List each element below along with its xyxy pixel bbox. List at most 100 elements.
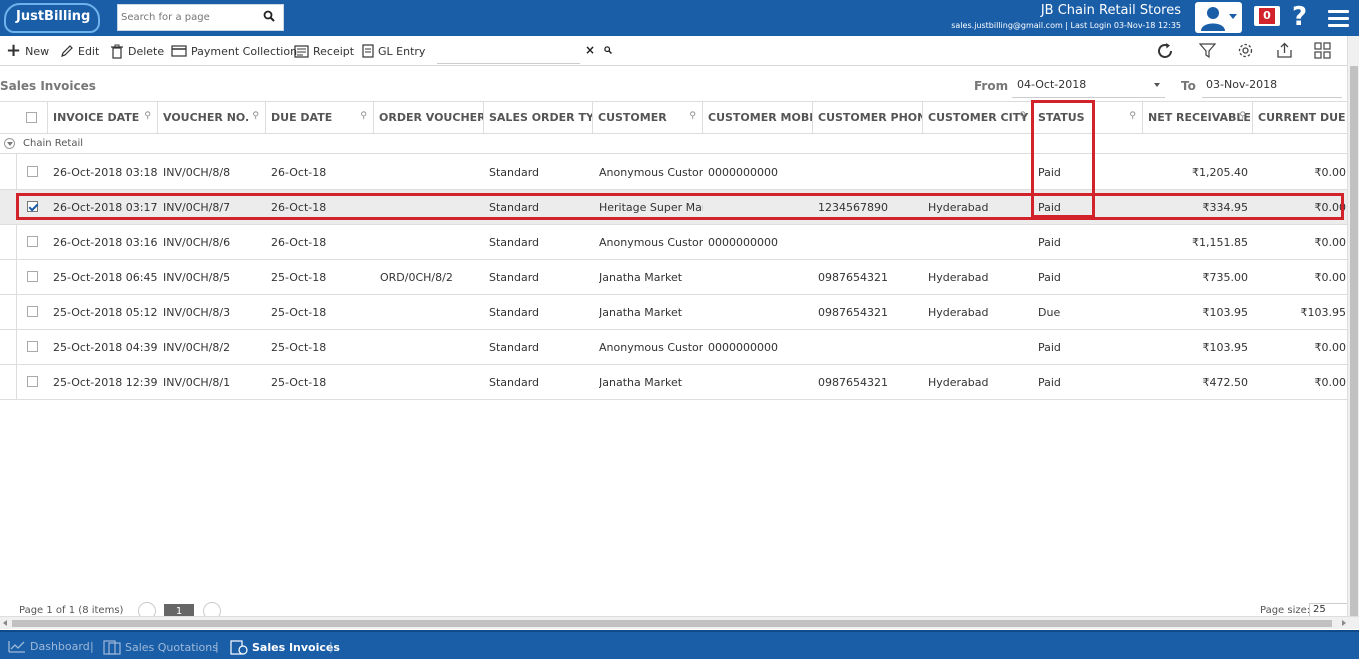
filter-pin-icon[interactable]: ⚲	[1239, 111, 1246, 121]
export-upload-icon[interactable]	[1276, 42, 1293, 59]
col-net-receivable[interactable]: NET RECEIVABLE ⚲	[1143, 102, 1253, 133]
new-label: New	[25, 44, 50, 58]
refresh-icon[interactable]	[1156, 42, 1174, 60]
cell-invoice-date: 25-Oct-2018 05:12 PM	[53, 306, 157, 319]
filter-pin-icon[interactable]: ⚲	[1019, 111, 1026, 121]
to-label: To	[1181, 79, 1196, 93]
tab-separator: |	[90, 640, 94, 653]
tab-sales-invoices[interactable]: Sales Invoices	[230, 640, 340, 655]
col-invoice-date[interactable]: INVOICE DATE ⚲	[48, 102, 158, 133]
scroll-right-icon[interactable]	[1342, 620, 1346, 626]
cell-voucher-no: INV/0CH/8/3	[163, 306, 231, 319]
cell-customer-mobile: 0000000000	[708, 166, 778, 179]
search-icon[interactable]	[263, 10, 275, 22]
grid-header: INVOICE DATE ⚲ VOUCHER NO. ⚲ DUE DATE ⚲ ORD…	[0, 101, 1349, 134]
table-row[interactable]: 25-Oct-2018 04:39 PM INV/0CH/8/2 25-Oct-18…	[0, 330, 1349, 365]
page-search-input[interactable]	[118, 5, 258, 30]
cell-net-receivable: ₹1,205.40	[1192, 166, 1248, 179]
filter-icon[interactable]	[1199, 42, 1216, 59]
cell-status: Paid	[1038, 271, 1061, 284]
pager-info: Page 1 of 1 (8 items)	[19, 605, 124, 616]
cell-current-due: ₹0.00	[1314, 166, 1347, 179]
col-due-date[interactable]: DUE DATE ⚲	[266, 102, 374, 133]
table-row[interactable]: 26-Oct-2018 03:18 PM INV/0CH/8/8 26-Oct-18…	[0, 155, 1349, 190]
payment-collection-button[interactable]: Payment Collection	[171, 42, 297, 60]
cell-sales-order-type: Standard	[489, 166, 540, 179]
cell-customer: Anonymous Customer	[599, 341, 703, 354]
cell-due-date: 25-Oct-18	[271, 376, 327, 389]
scroll-thumb[interactable]	[1350, 66, 1358, 616]
table-row[interactable]: 26-Oct-2018 03:16 PM INV/0CH/8/6 26-Oct-18…	[0, 225, 1349, 260]
col-label: SALES ORDER TYPE	[489, 111, 593, 124]
col-order-voucher-no[interactable]: ORDER VOUCHER NO.	[374, 102, 484, 133]
page-search	[117, 4, 284, 31]
vertical-scrollbar[interactable]	[1347, 36, 1359, 616]
filter-pin-icon[interactable]: ⚲	[360, 111, 367, 121]
edit-button[interactable]: Edit	[60, 42, 99, 60]
search-icon[interactable]	[604, 46, 612, 54]
receipt-button[interactable]: Receipt	[294, 42, 354, 60]
col-sales-order-type[interactable]: SALES ORDER TYPE	[484, 102, 593, 133]
filter-pin-icon[interactable]: ⚲	[1129, 111, 1136, 121]
row-checkbox[interactable]	[27, 306, 38, 317]
col-label: ORDER VOUCHER NO.	[379, 111, 484, 124]
cell-customer: Janatha Market	[599, 271, 683, 284]
scroll-thumb[interactable]	[12, 620, 1332, 627]
cell-customer-city: Hyderabad	[928, 306, 989, 319]
scroll-left-icon[interactable]	[3, 620, 7, 626]
cell-due-date: 25-Oct-18	[271, 341, 327, 354]
cell-status: Paid	[1038, 376, 1061, 389]
row-checkbox[interactable]	[27, 271, 38, 282]
cell-customer-city: Hyderabad	[928, 376, 989, 389]
tab-separator: |	[329, 640, 333, 653]
gl-entry-label: GL Entry	[378, 44, 426, 58]
select-all-checkbox[interactable]	[26, 112, 37, 123]
col-customer-mobile[interactable]: CUSTOMER MOBILE	[703, 102, 813, 133]
user-avatar-icon	[1201, 7, 1225, 31]
row-checkbox[interactable]	[27, 341, 38, 352]
col-label: CUSTOMER CITY	[928, 111, 1029, 124]
user-menu-button[interactable]	[1195, 2, 1242, 33]
tab-sales-quotations[interactable]: Sales Quotations	[103, 640, 218, 655]
top-bar: JustBilling JB Chain Retail Stores sales…	[0, 0, 1359, 36]
col-customer-phone[interactable]: CUSTOMER PHONE	[813, 102, 923, 133]
cell-voucher-no: INV/0CH/8/6	[163, 236, 231, 249]
row-checkbox[interactable]	[27, 376, 38, 387]
col-label: CURRENT DUE	[1258, 111, 1346, 124]
page-size-select[interactable]: 25	[1309, 603, 1349, 617]
to-date-picker[interactable]: 03-Nov-2018	[1202, 73, 1342, 98]
grid-layout-icon[interactable]	[1314, 42, 1332, 59]
col-voucher-no[interactable]: VOUCHER NO. ⚲	[158, 102, 266, 133]
col-label: DUE DATE	[271, 111, 333, 124]
new-button[interactable]: + New	[6, 42, 49, 60]
clear-search-icon[interactable]: ×	[585, 43, 595, 57]
row-checkbox[interactable]	[27, 236, 38, 247]
table-row[interactable]: 25-Oct-2018 06:45 PM INV/0CH/8/5 25-Oct-18…	[0, 260, 1349, 295]
col-customer-city[interactable]: CUSTOMER CITY ⚲	[923, 102, 1033, 133]
gl-entry-button[interactable]: GL Entry	[362, 42, 425, 60]
filter-pin-icon[interactable]: ⚲	[689, 111, 696, 121]
tab-dashboard[interactable]: Dashboard	[8, 640, 90, 653]
help-icon[interactable]: ?	[1292, 2, 1307, 32]
col-current-due[interactable]: CURRENT DUE	[1253, 102, 1349, 133]
app-logo[interactable]: JustBilling	[4, 3, 100, 33]
filter-pin-icon[interactable]: ⚲	[252, 111, 259, 121]
trash-icon	[111, 44, 123, 59]
cell-invoice-date: 26-Oct-2018 03:16 PM	[53, 236, 157, 249]
collapse-toggle-icon[interactable]	[4, 138, 15, 149]
notifications-button[interactable]: 0	[1254, 6, 1280, 30]
from-date-picker[interactable]: 04-Oct-2018	[1012, 73, 1165, 98]
row-checkbox[interactable]	[27, 166, 38, 177]
tab-label: Sales Quotations	[125, 641, 218, 654]
filter-pin-icon[interactable]: ⚲	[144, 111, 151, 121]
cell-status: Paid	[1038, 341, 1061, 354]
table-row[interactable]: 25-Oct-2018 12:39 PM INV/0CH/8/1 25-Oct-18…	[0, 365, 1349, 400]
grid-search-input[interactable]	[437, 42, 580, 64]
table-row[interactable]: 25-Oct-2018 05:12 PM INV/0CH/8/3 25-Oct-18…	[0, 295, 1349, 330]
invoice-doc-icon	[230, 640, 248, 655]
col-customer[interactable]: CUSTOMER ⚲	[593, 102, 703, 133]
delete-button[interactable]: Delete	[110, 42, 164, 60]
hamburger-menu-icon[interactable]	[1328, 10, 1349, 31]
settings-gear-icon[interactable]	[1237, 42, 1254, 59]
horizontal-scrollbar[interactable]	[0, 616, 1359, 629]
